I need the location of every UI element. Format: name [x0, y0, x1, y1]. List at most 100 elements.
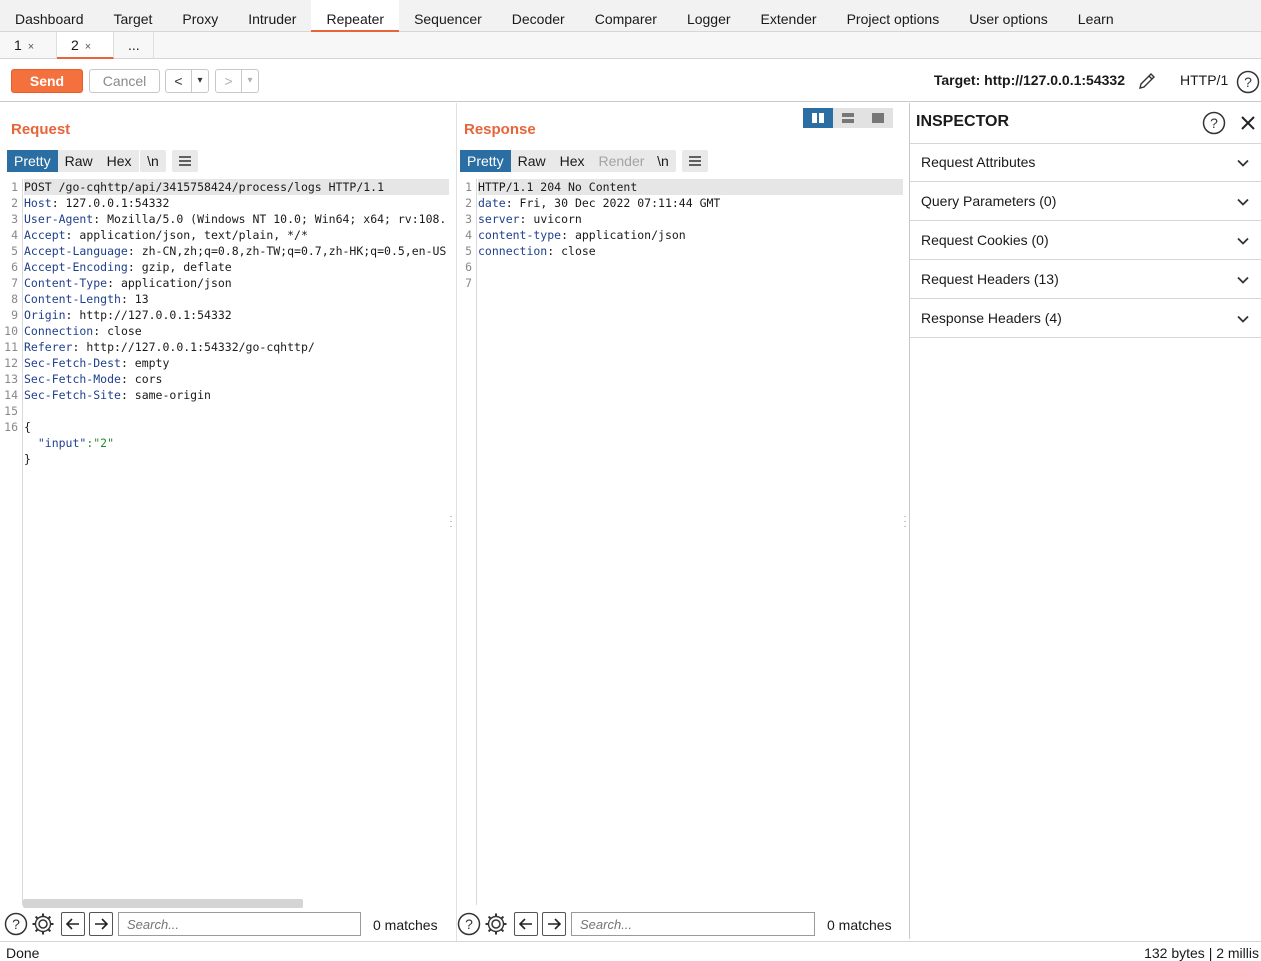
response-search-input[interactable]	[571, 912, 815, 936]
layout-stacked-icon[interactable]	[833, 108, 863, 128]
request-line-number	[0, 451, 22, 467]
request-line-number: 11	[4, 340, 18, 354]
close-tab-icon[interactable]: ×	[85, 41, 91, 53]
request-settings-gear-icon[interactable]	[31, 912, 55, 936]
response-line-key: server	[478, 212, 520, 226]
chevron-down-icon[interactable]	[1236, 195, 1250, 209]
request-line-value: {	[24, 420, 31, 434]
response-line-value: : uvicorn	[519, 212, 582, 226]
request-line: Host: 127.0.0.1:54332	[24, 195, 449, 211]
response-line: HTTP/1.1 204 No Content	[478, 179, 903, 195]
request-search-prev-icon[interactable]	[61, 912, 85, 936]
layout-tabs-icon[interactable]	[863, 108, 893, 128]
request-line-number: 10	[4, 324, 18, 338]
top-tab-logger[interactable]: Logger	[672, 0, 746, 32]
request-line-number: 4	[11, 228, 18, 242]
top-tab-user-options[interactable]: User options	[954, 0, 1063, 32]
request-line: Accept: application/json, text/plain, */…	[24, 227, 449, 243]
request-search-next-icon[interactable]	[89, 912, 113, 936]
request-newline-toggle[interactable]: \n	[140, 150, 166, 172]
send-button[interactable]: Send	[11, 69, 83, 93]
request-search-input[interactable]	[118, 912, 361, 936]
response-gutter-divider	[476, 179, 477, 905]
inspector-title: INSPECTOR	[916, 113, 1010, 130]
inspector-close-icon[interactable]	[1240, 115, 1256, 131]
request-line-key: Host	[24, 196, 52, 210]
top-tab-sequencer[interactable]: Sequencer	[399, 0, 497, 32]
request-line: POST /go-cqhttp/api/3415758424/process/l…	[24, 179, 449, 195]
response-view-tab-raw[interactable]: Raw	[510, 150, 553, 172]
request-view-tab-hex[interactable]: Hex	[99, 150, 139, 172]
top-tab-project-options[interactable]: Project options	[832, 0, 955, 32]
response-settings-gear-icon[interactable]	[484, 912, 508, 936]
top-tab-learn[interactable]: Learn	[1063, 0, 1129, 32]
inspector-section-request-cookies-0[interactable]: Request Cookies (0)	[910, 221, 1261, 260]
top-tab-decoder[interactable]: Decoder	[497, 0, 580, 32]
forward-dropdown-icon[interactable]: ▾	[242, 70, 258, 92]
inspector-section-label: Request Headers (13)	[921, 271, 1059, 287]
request-view-tab-raw[interactable]: Raw	[57, 150, 100, 172]
request-line-number	[0, 435, 22, 451]
response-line-number: 4	[465, 228, 472, 242]
inspector-splitter-grip-icon[interactable]: · · ·	[903, 512, 907, 532]
svg-text:?: ?	[465, 916, 473, 932]
request-line-key: Accept	[24, 228, 66, 242]
top-tab-extender[interactable]: Extender	[746, 0, 832, 32]
cancel-button[interactable]: Cancel	[89, 69, 160, 93]
request-line-value: : 13	[120, 292, 149, 306]
request-line-key: Accept-Language	[24, 244, 128, 258]
response-line-number: 2	[465, 196, 472, 210]
request-line-number: 6	[11, 260, 18, 274]
close-tab-icon[interactable]: ×	[28, 41, 34, 53]
top-tab-repeater[interactable]: Repeater	[311, 0, 400, 32]
top-tab-dashboard[interactable]: Dashboard	[0, 0, 99, 32]
request-line-key: Sec-Fetch-Dest	[24, 356, 121, 370]
chevron-down-icon[interactable]	[1236, 273, 1250, 287]
http-version-selector[interactable]: HTTP/1	[1180, 72, 1228, 88]
top-tab-intruder[interactable]: Intruder	[233, 0, 311, 32]
request-editor[interactable]: POST /go-cqhttp/api/3415758424/process/l…	[24, 179, 449, 467]
request-line-numbers: 1 2 3 4 5 6 7 8 9 10 11 12 13 14 15 16	[0, 179, 22, 467]
inspector-section-label: Request Attributes	[921, 154, 1036, 170]
response-view-tab-pretty[interactable]: Pretty	[460, 150, 511, 172]
back-dropdown-icon[interactable]: ▾	[192, 70, 208, 92]
request-help-icon[interactable]: ?	[4, 912, 28, 936]
request-line-value: : cors	[120, 372, 163, 386]
response-view-tab-render[interactable]: Render	[591, 150, 652, 172]
request-line: Origin: http://127.0.0.1:54332	[24, 307, 449, 323]
top-tab-proxy[interactable]: Proxy	[167, 0, 233, 32]
request-line-value: : same-origin	[120, 388, 211, 402]
inspector-section-query-parameters-0[interactable]: Query Parameters (0)	[910, 182, 1261, 221]
repeater-tab-2[interactable]: 2 ×	[57, 32, 114, 59]
response-search-prev-icon[interactable]	[514, 912, 538, 936]
response-search-next-icon[interactable]	[542, 912, 566, 936]
response-help-icon[interactable]: ?	[457, 912, 481, 936]
response-newline-toggle[interactable]: \n	[650, 150, 676, 172]
inspector-section-request-attributes[interactable]: Request Attributes	[910, 143, 1261, 182]
target-label: Target: http://127.0.0.1:54332	[933, 72, 1125, 88]
response-view-tab-hex[interactable]: Hex	[552, 150, 592, 172]
layout-side-by-side-icon[interactable]	[803, 108, 833, 128]
request-view-tab-pretty[interactable]: Pretty	[7, 150, 58, 172]
chevron-down-icon[interactable]	[1236, 156, 1250, 170]
splitter-grip-icon[interactable]: · · ·	[449, 512, 453, 532]
repeater-tab-1[interactable]: 1 ×	[0, 32, 57, 59]
repeater-tab-3[interactable]: ...	[114, 32, 154, 59]
chevron-down-icon[interactable]	[1236, 312, 1250, 326]
top-tab-target[interactable]: Target	[99, 0, 168, 32]
help-icon[interactable]: ?	[1236, 70, 1260, 94]
layout-toggle-group	[803, 108, 893, 128]
inspector-panel: INSPECTOR ? Request Attributes Query Para…	[909, 103, 1261, 939]
inspector-section-request-headers-13[interactable]: Request Headers (13)	[910, 260, 1261, 299]
response-editor[interactable]: HTTP/1.1 204 No Content date: Fri, 30 Dec…	[478, 179, 903, 291]
back-arrow-icon[interactable]: <	[166, 70, 192, 92]
forward-arrow-icon[interactable]: >	[216, 70, 242, 92]
edit-target-icon[interactable]	[1137, 71, 1157, 91]
inspector-section-response-headers-4[interactable]: Response Headers (4)	[910, 299, 1261, 338]
request-menu-icon[interactable]	[172, 150, 198, 172]
chevron-down-icon[interactable]	[1236, 234, 1250, 248]
top-tab-comparer[interactable]: Comparer	[580, 0, 672, 32]
request-line: Referer: http://127.0.0.1:54332/go-cqhtt…	[24, 339, 449, 355]
inspector-help-icon[interactable]: ?	[1202, 111, 1226, 135]
response-menu-icon[interactable]	[682, 150, 708, 172]
